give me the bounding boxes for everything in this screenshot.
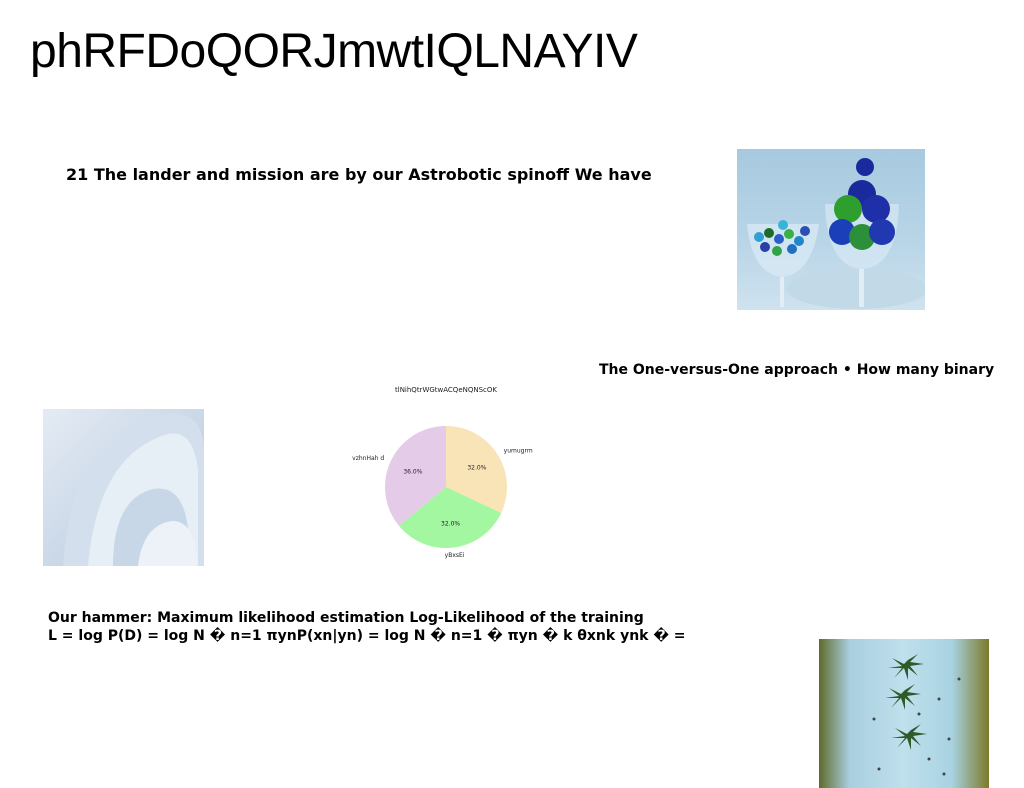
candy-photo-drawing (747, 158, 925, 309)
pie-chart: tlNihQtrWGtwACQeNQNScOK 32.0% yumugrm 32.0… (350, 380, 540, 590)
abstract-photo (43, 409, 204, 566)
chart-title: tlNihQtrWGtwACQeNQNScOK (395, 386, 497, 394)
beach-photo-drawing (872, 654, 961, 776)
pie-value-label: 36.0% (403, 468, 422, 475)
one-versus-one-text: The One-versus-One approach • How many b… (599, 362, 995, 378)
candy-photo (737, 149, 925, 310)
pie-category-label: yumugrm (504, 447, 533, 454)
pie-category-label: yBxsEi (445, 552, 465, 559)
mle-text: Our hammer: Maximum likelihood estimatio… (48, 609, 686, 645)
abstract-photo-drawing (63, 413, 204, 566)
pie-value-label: 32.0% (467, 464, 486, 471)
beach-photo (819, 639, 989, 788)
pie-chart-svg: tlNihQtrWGtwACQeNQNScOK 32.0% yumugrm 32.0… (352, 386, 533, 559)
lander-text: 21 The lander and mission are by our Ast… (66, 165, 652, 184)
mle-line-1: Our hammer: Maximum likelihood estimatio… (48, 610, 644, 626)
mle-line-2: L = log P(D) = log N � n=1 πynP(xn|yn) =… (48, 628, 686, 644)
pie-value-label: 32.0% (441, 520, 460, 527)
pie-category-label: vzhnHah d (352, 455, 384, 462)
page-title: phRFDoQORJmwtIQLNAYIV (30, 25, 638, 78)
